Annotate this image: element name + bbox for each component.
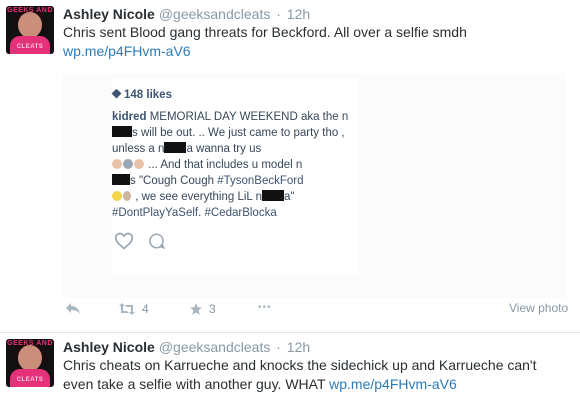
tweet-actions: 4 3 ••• (63, 302, 363, 324)
timestamp[interactable]: 12h (287, 6, 310, 22)
hashtag: #TysonBeckFord (217, 175, 304, 187)
censor-bar (164, 142, 187, 153)
caption-text: a wanna try us (186, 143, 262, 155)
display-name[interactable]: Ashley Nicole (63, 6, 155, 22)
sun-emoji-icon (112, 191, 122, 201)
retweet-button[interactable]: 4 (118, 302, 149, 316)
avatar[interactable]: GEEKS AND CLEATS (6, 339, 54, 387)
display-name[interactable]: Ashley Nicole (63, 339, 155, 355)
avatar-face (18, 12, 42, 38)
reply-button[interactable] (65, 302, 81, 316)
star-icon (190, 303, 202, 315)
retweet-count: 4 (142, 302, 149, 316)
hand-emoji-icon (112, 159, 122, 169)
hand-emoji-icon (134, 159, 144, 169)
caption-text: s "Cough Cough (130, 175, 218, 187)
heart-icon (111, 88, 122, 99)
favorite-button[interactable]: 3 (189, 302, 216, 316)
tweet[interactable]: GEEKS AND CLEATS Ashley Nicole @geeksandc… (0, 0, 580, 333)
avatar-logo-text: GEEKS AND (7, 7, 53, 14)
caption-text: MEMORIAL DAY WEEKEND aka the n (146, 111, 349, 123)
instagram-caption: kidred MEMORIAL DAY WEEKEND aka the ns w… (112, 109, 352, 221)
favorite-count: 3 (209, 302, 216, 316)
tweet-link[interactable]: wp.me/p4FHvm-aV6 (329, 376, 457, 392)
tweet-header: Ashley Nicole @geeksandcleats · 12h (63, 5, 310, 23)
tweet-text: Chris sent Blood gang threats for Beckfo… (63, 23, 568, 61)
view-photo-link[interactable]: View photo (509, 301, 568, 315)
tweet-body: Chris cheats on Karrueche and knocks the… (63, 357, 537, 392)
heart-outline-icon (114, 232, 134, 250)
censor-bar (261, 190, 284, 201)
caption-username: kidred (112, 111, 147, 123)
more-options-button[interactable]: ••• (258, 302, 272, 313)
tweet-header: Ashley Nicole @geeksandcleats · 12h (63, 338, 310, 356)
caption-text: , we see everything LiL n (132, 191, 262, 203)
instagram-screenshot: 148 likes kidred MEMORIAL DAY WEEKEND ak… (111, 78, 358, 275)
avatar-logo-subtext: CLEATS (16, 44, 44, 50)
smoke-emoji-icon (123, 191, 131, 201)
tweet[interactable]: GEEKS AND CLEATS Ashley Nicole @geeksandc… (0, 333, 580, 406)
censor-bar (112, 174, 130, 185)
retweet-icon (119, 303, 135, 315)
reply-icon (66, 303, 80, 314)
avatar-logo-subtext: CLEATS (16, 377, 44, 383)
tweet-photo[interactable]: 148 likes kidred MEMORIAL DAY WEEKEND ak… (63, 73, 565, 298)
avatar-face (18, 345, 42, 371)
tweet-text: Chris cheats on Karrueche and knocks the… (63, 356, 568, 394)
user-handle[interactable]: @geeksandcleats (159, 339, 271, 355)
caption-text: ... And that includes u model n (145, 159, 303, 171)
comment-bubble-icon (149, 233, 166, 249)
hashtag: #DontPlayYaSelf (112, 207, 199, 219)
avatar-logo-text: GEEKS AND (7, 340, 53, 347)
avatar[interactable]: GEEKS AND CLEATS (6, 6, 54, 54)
separator: · (276, 339, 281, 355)
tweet-body: Chris sent Blood gang threats for Beckfo… (63, 24, 467, 40)
censor-bar (112, 126, 132, 137)
more-icon: ••• (258, 302, 272, 313)
timestamp[interactable]: 12h (287, 339, 310, 355)
hashtag: #CedarBlocka (204, 207, 277, 219)
tweet-link[interactable]: wp.me/p4FHvm-aV6 (63, 43, 191, 59)
caption-text: a" (283, 191, 295, 203)
likes-label: 148 likes (124, 89, 172, 101)
circle-emoji-icon (123, 159, 133, 169)
separator: · (276, 6, 281, 22)
likes-count: 148 likes (111, 88, 172, 101)
user-handle[interactable]: @geeksandcleats (159, 6, 271, 22)
